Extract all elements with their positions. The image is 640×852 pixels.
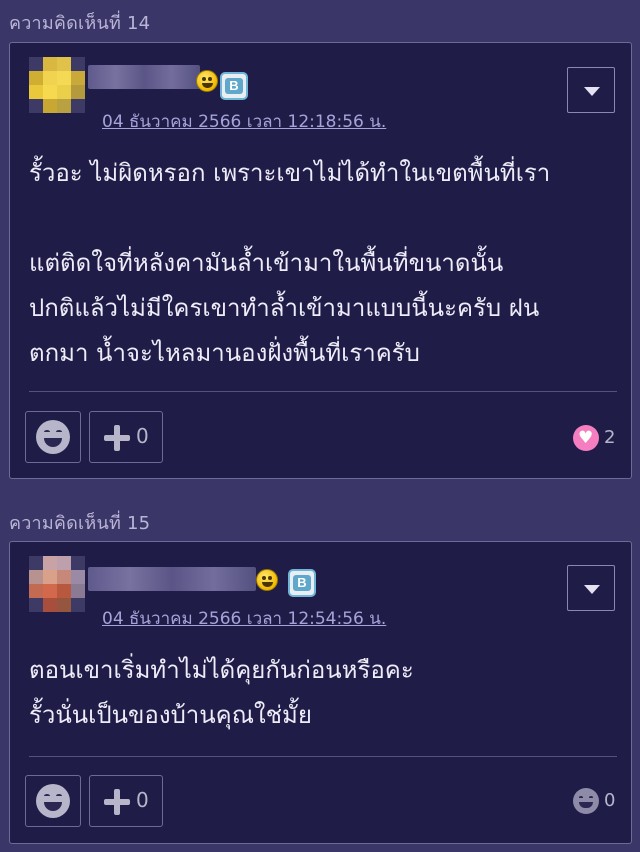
blogger-badge-icon: B [220, 72, 248, 100]
plus-vote-button[interactable]: 0 [89, 775, 163, 827]
plus-icon [104, 425, 130, 451]
member-emoji-icon [196, 70, 218, 92]
smile-icon[interactable] [573, 788, 599, 814]
comment-body: ตอนเขาเริ่มทำไม่ได้คุยกันก่อนหรือคะ รั้ว… [29, 656, 414, 729]
comment-card-14: B 04 ธันวาคม 2566 เวลา 12:18:56 น. รั้วอ… [9, 42, 632, 479]
reaction-count: 2 [604, 427, 616, 448]
plus-count: 0 [136, 788, 149, 812]
smile-icon [36, 420, 70, 454]
plus-count: 0 [136, 424, 149, 448]
comment-timestamp[interactable]: 04 ธันวาคม 2566 เวลา 12:54:56 น. [102, 605, 386, 632]
plus-icon [104, 789, 130, 815]
avatar[interactable] [29, 556, 85, 612]
options-dropdown-button[interactable] [567, 67, 615, 113]
smile-icon [36, 784, 70, 818]
reaction-count: 0 [604, 790, 616, 811]
comment-timestamp[interactable]: 04 ธันวาคม 2566 เวลา 12:18:56 น. [102, 108, 386, 135]
plus-vote-button[interactable]: 0 [89, 411, 163, 463]
blogger-badge-icon: B [288, 569, 316, 597]
heart-bubble-icon[interactable] [573, 425, 599, 451]
comment-header-15: ความคิดเห็นที่ 15 [9, 513, 151, 534]
divider [29, 756, 617, 757]
emotion-button[interactable] [25, 411, 81, 463]
username-blurred[interactable] [88, 567, 256, 591]
member-emoji-icon [256, 569, 278, 591]
avatar[interactable] [29, 57, 85, 113]
divider [29, 391, 617, 392]
username-blurred[interactable] [88, 65, 200, 89]
comment-card-15: B 04 ธันวาคม 2566 เวลา 12:54:56 น. ตอนเข… [9, 541, 632, 844]
options-dropdown-button[interactable] [567, 565, 615, 611]
comment-header-14: ความคิดเห็นที่ 14 [9, 13, 151, 34]
emotion-button[interactable] [25, 775, 81, 827]
comment-body: รั้วอะ ไม่ผิดหรอก เพราะเขาไม่ได้ทำในเขตพ… [29, 159, 551, 367]
